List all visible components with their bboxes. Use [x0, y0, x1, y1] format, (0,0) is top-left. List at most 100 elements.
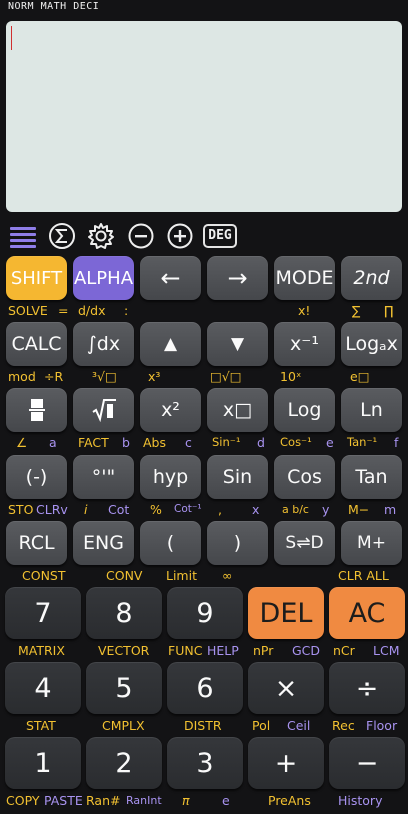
- angle-mode-badge[interactable]: DEG: [203, 224, 237, 248]
- alpha-key[interactable]: ALPHA: [73, 256, 134, 300]
- cos-key[interactable]: Cos: [274, 455, 335, 499]
- tan-key[interactable]: Tan: [341, 455, 402, 499]
- xth-root-label: □√□: [210, 369, 242, 384]
- eng-key[interactable]: ENG: [73, 521, 134, 565]
- log-key[interactable]: Log: [274, 388, 335, 432]
- right-arrow-key[interactable]: →: [207, 256, 268, 300]
- euler-label: e: [222, 793, 230, 808]
- left-arrow-key[interactable]: ←: [140, 256, 201, 300]
- m-plus-key[interactable]: M+: [341, 521, 402, 565]
- second-function-key[interactable]: 2nd: [341, 256, 402, 300]
- const-label: CONST: [22, 568, 66, 583]
- digit-4-key[interactable]: 4: [5, 662, 81, 714]
- mode-key[interactable]: MODE: [274, 256, 335, 300]
- plus-circle-icon[interactable]: [165, 220, 195, 252]
- digit-6-key[interactable]: 6: [167, 662, 243, 714]
- random-int-label: RanInt: [126, 794, 162, 807]
- cube-root-label: ³√□: [92, 369, 117, 384]
- fraction-icon: [6, 388, 67, 432]
- ncr-label: nCr: [333, 643, 355, 658]
- cube-label: x³: [148, 369, 161, 384]
- arctan-label: Tan⁻¹: [347, 435, 378, 449]
- left-paren-key[interactable]: (: [140, 521, 201, 565]
- digit-8-key[interactable]: 8: [86, 587, 162, 639]
- up-arrow-key[interactable]: ▲: [140, 322, 201, 366]
- hyp-key[interactable]: hyp: [140, 455, 201, 499]
- sigma-icon[interactable]: [47, 220, 77, 252]
- digit-7-key[interactable]: 7: [5, 587, 81, 639]
- calc-key[interactable]: CALC: [6, 322, 67, 366]
- infinity-label: ∞: [222, 568, 233, 583]
- paste-label: PASTE: [44, 793, 83, 808]
- conv-label: CONV: [106, 568, 143, 583]
- digit-3-key[interactable]: 3: [167, 737, 243, 789]
- stat-label: STAT: [26, 718, 56, 733]
- comma-label: ,: [218, 502, 222, 517]
- minus-circle-icon[interactable]: [126, 220, 156, 252]
- square-key[interactable]: x²: [140, 388, 201, 432]
- clrv-label: CLRv: [36, 502, 68, 517]
- npr-label: nPr: [253, 643, 274, 658]
- ten-power-label: 10ˣ: [280, 369, 302, 384]
- digit-5-key[interactable]: 5: [86, 662, 162, 714]
- var-f-label: f: [394, 435, 399, 450]
- copy-label: COPY: [6, 793, 40, 808]
- digit-2-key[interactable]: 2: [86, 737, 162, 789]
- multiply-key[interactable]: ×: [248, 662, 324, 714]
- negative-key[interactable]: (-): [6, 455, 67, 499]
- distr-label: DISTR: [184, 718, 222, 733]
- lcm-label: LCM: [373, 643, 400, 658]
- derivative-label: d/dx: [78, 303, 106, 318]
- solve-label: SOLVE: [8, 303, 48, 318]
- sto-label: STO: [8, 502, 34, 517]
- rcl-key[interactable]: RCL: [6, 521, 67, 565]
- integral-key[interactable]: ∫dx: [73, 322, 134, 366]
- shift-key[interactable]: SHIFT: [6, 256, 67, 300]
- history-label: History: [338, 793, 383, 808]
- func-label: FUNC: [168, 643, 203, 658]
- menu-icon[interactable]: [8, 220, 38, 252]
- var-e-label: e: [326, 435, 334, 450]
- power-key[interactable]: x□: [207, 388, 268, 432]
- degree-minute-second-key[interactable]: °'": [73, 455, 134, 499]
- inverse-key[interactable]: x⁻¹: [274, 322, 335, 366]
- log-base-key[interactable]: Logₐx: [341, 322, 402, 366]
- matrix-label: MATRIX: [18, 643, 65, 658]
- cmplx-label: CMPLX: [102, 718, 145, 733]
- rec-label: Rec: [332, 718, 355, 733]
- floor-label: Floor: [366, 718, 398, 733]
- sqrt-key[interactable]: [73, 388, 134, 432]
- ceil-label: Ceil: [287, 718, 311, 733]
- abs-label: Abs: [143, 435, 166, 450]
- var-b-label: b: [122, 435, 130, 450]
- plus-key[interactable]: +: [248, 737, 324, 789]
- var-a-label: a: [49, 435, 57, 450]
- input-cursor: [11, 26, 12, 50]
- digit-9-key[interactable]: 9: [167, 587, 243, 639]
- pol-label: Pol: [252, 718, 271, 733]
- all-clear-key[interactable]: AC: [329, 587, 405, 639]
- random-label: Ran#: [86, 793, 121, 808]
- calculator-display[interactable]: [6, 21, 402, 212]
- arccot-label: Cot⁻¹: [174, 503, 202, 515]
- mode-status-text: NORM MATH DECI: [8, 1, 100, 12]
- gear-icon[interactable]: [86, 220, 116, 252]
- divide-key[interactable]: ÷: [329, 662, 405, 714]
- ln-key[interactable]: Ln: [341, 388, 402, 432]
- minus-key[interactable]: −: [329, 737, 405, 789]
- arccos-label: Cos⁻¹: [280, 435, 312, 449]
- sin-key[interactable]: Sin: [207, 455, 268, 499]
- s-to-d-key[interactable]: S⇌D: [274, 521, 335, 565]
- vector-label: VECTOR: [98, 643, 150, 658]
- product-label: ∏: [384, 303, 394, 318]
- sqrt-icon: [73, 388, 134, 432]
- down-arrow-key[interactable]: ▼: [207, 322, 268, 366]
- fraction-key[interactable]: [6, 388, 67, 432]
- right-paren-key[interactable]: ): [207, 521, 268, 565]
- to-remainder-label: ÷R: [44, 369, 64, 384]
- digit-1-key[interactable]: 1: [5, 737, 81, 789]
- delete-key[interactable]: DEL: [248, 587, 324, 639]
- var-d-label: d: [257, 435, 265, 450]
- var-x-label: x: [252, 502, 260, 517]
- pi-label: π: [182, 793, 190, 808]
